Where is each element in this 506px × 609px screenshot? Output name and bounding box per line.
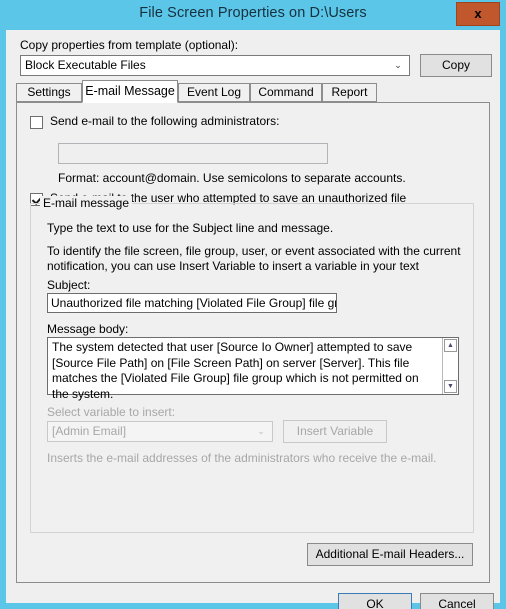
subject-input[interactable]: Unauthorized file matching [Violated Fil… bbox=[47, 293, 337, 313]
scroll-up-icon[interactable]: ▲ bbox=[444, 339, 457, 352]
email-format-hint: Format: account@domain. Use semicolons t… bbox=[58, 171, 406, 185]
copy-button[interactable]: Copy bbox=[420, 54, 492, 77]
select-variable-label: Select variable to insert: bbox=[47, 405, 176, 419]
message-body-scrollbar[interactable]: ▲ ▼ bbox=[442, 338, 458, 394]
tab-settings[interactable]: Settings bbox=[16, 83, 82, 102]
variable-description-hint: Inserts the e-mail addresses of the admi… bbox=[47, 451, 437, 465]
tab-email-message[interactable]: E-mail Message bbox=[82, 80, 178, 103]
tab-panel-email-message: Send e-mail to the following administrat… bbox=[16, 102, 490, 583]
insert-variable-button[interactable]: Insert Variable bbox=[283, 420, 387, 443]
variable-selected-value: [Admin Email] bbox=[52, 424, 127, 438]
administrators-email-input[interactable] bbox=[58, 143, 328, 164]
tab-report[interactable]: Report bbox=[322, 83, 377, 102]
tab-command[interactable]: Command bbox=[250, 83, 322, 102]
chevron-down-icon: ⌄ bbox=[257, 426, 265, 436]
window-title: File Screen Properties on D:\Users bbox=[139, 5, 367, 21]
template-selected-value: Block Executable Files bbox=[25, 58, 146, 72]
template-dropdown[interactable]: Block Executable Files ⌄ bbox=[20, 55, 410, 76]
chevron-down-icon: ⌄ bbox=[394, 60, 402, 70]
email-message-group-title: E-mail message bbox=[40, 196, 133, 210]
cancel-button[interactable]: Cancel bbox=[420, 593, 494, 609]
subject-label: Subject: bbox=[47, 278, 91, 292]
message-body-label: Message body: bbox=[47, 322, 129, 336]
template-label: Copy properties from template (optional)… bbox=[20, 38, 239, 52]
close-icon[interactable]: x bbox=[456, 2, 500, 26]
variable-dropdown[interactable]: [Admin Email] ⌄ bbox=[47, 421, 273, 442]
intro-line-2: To identify the file screen, file group,… bbox=[47, 244, 461, 258]
subject-value: Unauthorized file matching [Violated Fil… bbox=[51, 296, 336, 310]
dialog-body: Copy properties from template (optional)… bbox=[6, 30, 500, 609]
ok-button[interactable]: OK bbox=[338, 593, 412, 609]
send-email-administrators-label[interactable]: Send e-mail to the following administrat… bbox=[50, 114, 279, 128]
title-bar: File Screen Properties on D:\Users x bbox=[0, 0, 506, 30]
message-body-value: The system detected that user [Source Io… bbox=[52, 340, 419, 401]
additional-email-headers-button[interactable]: Additional E-mail Headers... bbox=[307, 543, 473, 566]
send-email-administrators-checkbox[interactable] bbox=[30, 116, 43, 129]
intro-line-3: notification, you can use Insert Variabl… bbox=[47, 259, 419, 273]
scroll-down-icon[interactable]: ▼ bbox=[444, 380, 457, 393]
file-screen-properties-window: File Screen Properties on D:\Users x Cop… bbox=[0, 0, 506, 609]
intro-line-1: Type the text to use for the Subject lin… bbox=[47, 221, 334, 235]
message-body-textarea[interactable]: The system detected that user [Source Io… bbox=[47, 337, 459, 401]
tab-strip: Settings E-mail Message Event Log Comman… bbox=[16, 80, 490, 583]
tab-event-log[interactable]: Event Log bbox=[178, 83, 250, 102]
email-message-groupbox: E-mail message Type the text to use for … bbox=[30, 196, 474, 533]
